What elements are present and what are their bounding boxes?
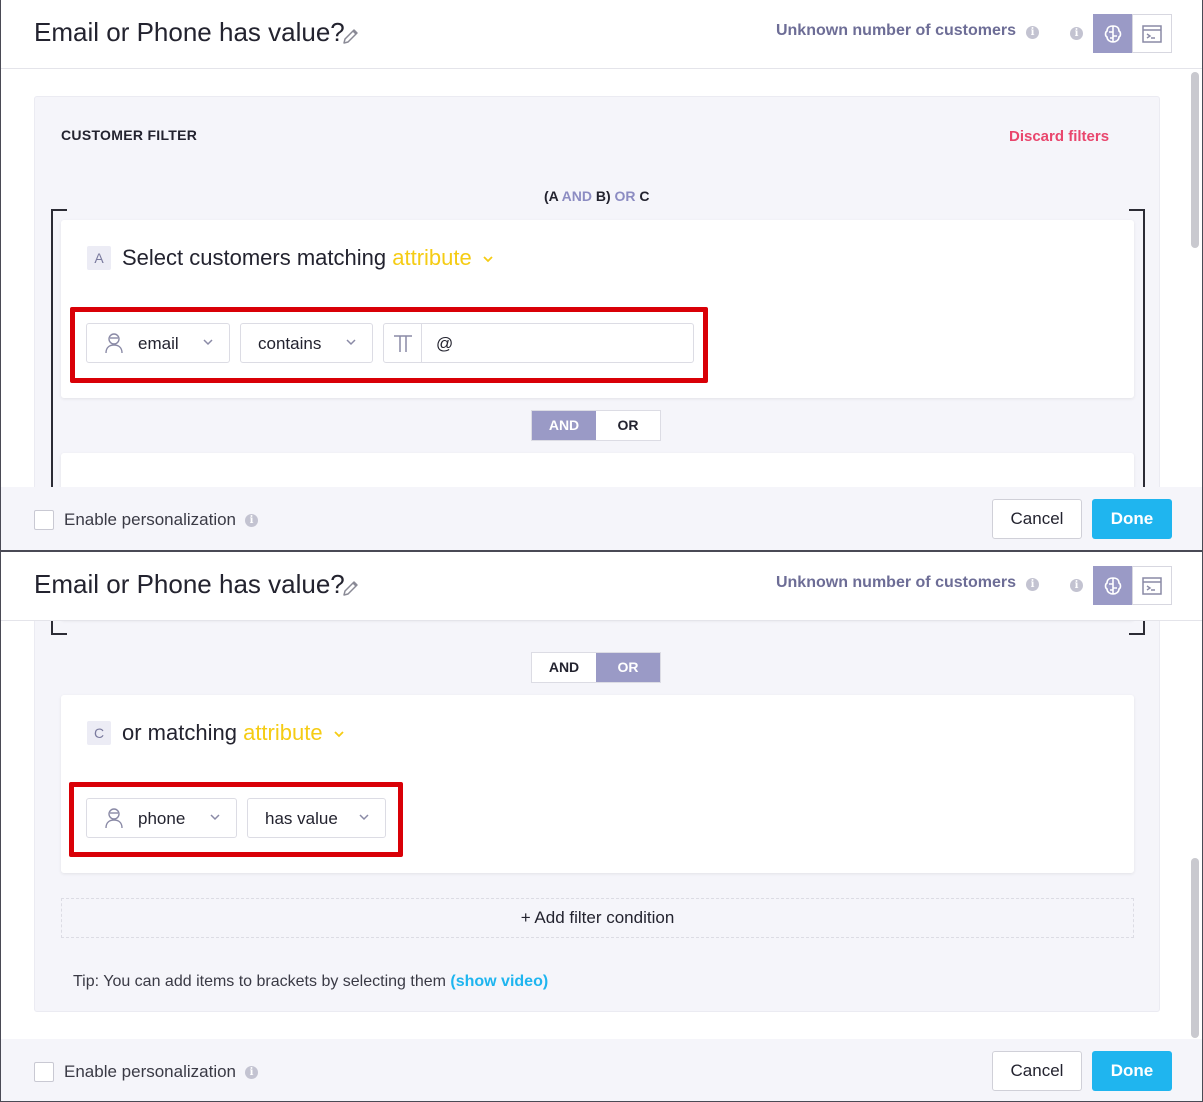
brain-icon [1104, 576, 1122, 595]
condition-letter: A [87, 246, 111, 270]
chevron-down-icon[interactable] [333, 730, 345, 738]
condition-heading: or matching attribute [122, 720, 345, 746]
editor-header: Email or Phone has value? Unknown number… [1, 552, 1202, 621]
editor-footer: Enable personalization i Cancel Done [1, 1039, 1202, 1101]
done-button[interactable]: Done [1092, 1051, 1172, 1091]
personalization-checkbox[interactable] [34, 510, 54, 530]
done-button[interactable]: Done [1092, 499, 1172, 539]
and-option[interactable]: AND [532, 411, 596, 440]
info-icon[interactable]: i [1026, 578, 1039, 591]
condition-prefix: or matching [122, 720, 237, 745]
condition-heading: Select customers matching attribute [122, 245, 494, 271]
filter-editor-view-bottom: Email or Phone has value? Unknown number… [0, 551, 1203, 1102]
condition-letter: C [87, 721, 111, 745]
info-icon[interactable]: i [245, 514, 258, 527]
customer-count-label: Unknown number of customers [775, 22, 1016, 39]
or-option[interactable]: OR [596, 411, 660, 440]
personalization-checkbox[interactable] [34, 1062, 54, 1082]
customer-count-label: Unknown number of customers [775, 574, 1016, 591]
page-title: Email or Phone has value? [34, 569, 345, 599]
info-icon[interactable]: i [1070, 27, 1083, 40]
visual-mode-toggle[interactable] [1093, 566, 1133, 605]
filter-expression: (A AND B) OR C [544, 188, 650, 204]
and-option[interactable]: AND [532, 653, 596, 682]
terminal-icon [1142, 24, 1162, 43]
highlight-box [69, 782, 403, 857]
code-mode-toggle[interactable] [1132, 566, 1172, 605]
expr-part: B) [591, 188, 615, 204]
and-or-toggle[interactable]: AND OR [531, 652, 661, 683]
or-option[interactable]: OR [596, 653, 660, 682]
filter-editor-view-top: Email or Phone has value? Unknown number… [0, 0, 1203, 551]
personalization-label: Enable personalization [64, 510, 237, 529]
cancel-button[interactable]: Cancel [992, 1051, 1082, 1091]
info-icon[interactable]: i [1070, 579, 1083, 592]
page-title: Email or Phone has value? [34, 17, 345, 47]
chevron-down-icon[interactable] [482, 255, 494, 263]
pencil-icon[interactable] [341, 26, 361, 46]
terminal-icon [1142, 576, 1162, 595]
personalization-label: Enable personalization [64, 1062, 237, 1081]
expr-or: OR [614, 188, 636, 204]
tip-text: Tip: You can add items to brackets by se… [73, 973, 548, 991]
highlight-box [70, 307, 708, 383]
expr-part: (A [544, 188, 562, 204]
condition-prefix: Select customers matching [122, 245, 387, 270]
expr-and: AND [561, 188, 592, 204]
section-title: CUSTOMER FILTER [61, 127, 198, 143]
scrollbar[interactable] [1191, 72, 1199, 248]
visual-mode-toggle[interactable] [1093, 14, 1133, 53]
condition-type-selector[interactable]: attribute [243, 720, 323, 745]
and-or-toggle[interactable]: AND OR [531, 410, 661, 441]
code-mode-toggle[interactable] [1132, 14, 1172, 53]
condition-type-selector[interactable]: attribute [392, 245, 472, 270]
editor-footer: Enable personalization i Cancel Done [1, 487, 1202, 550]
editor-header: Email or Phone has value? Unknown number… [1, 0, 1202, 69]
info-icon[interactable]: i [245, 1066, 258, 1079]
cancel-button[interactable]: Cancel [992, 499, 1082, 539]
tip-body: Tip: You can add items to brackets by se… [73, 973, 451, 990]
pencil-icon[interactable] [341, 578, 361, 598]
add-filter-condition-button[interactable]: + Add filter condition [61, 898, 1134, 938]
info-icon[interactable]: i [1026, 26, 1039, 39]
brain-icon [1104, 24, 1122, 43]
discard-filters-link[interactable]: Discard filters [1009, 128, 1109, 145]
scrollbar[interactable] [1191, 858, 1199, 1038]
show-video-link[interactable]: (show video) [450, 973, 548, 990]
expr-part: C [635, 188, 650, 204]
